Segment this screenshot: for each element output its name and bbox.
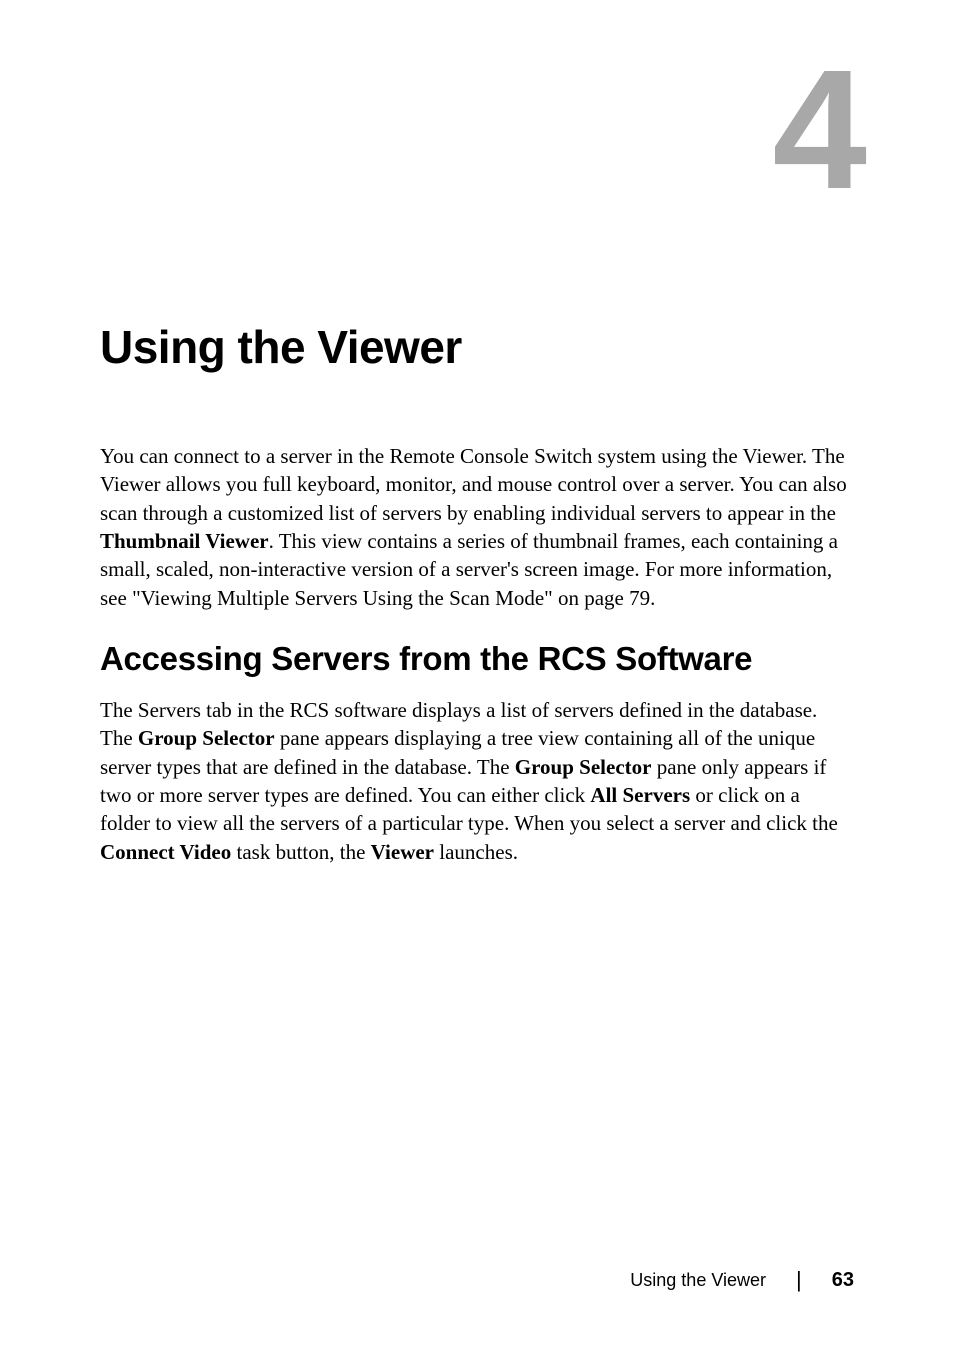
- intro-bold-1: Thumbnail Viewer: [100, 529, 269, 553]
- intro-text-1: You can connect to a server in the Remot…: [100, 444, 847, 525]
- section-bold-1: Group Selector: [138, 726, 275, 750]
- section-bold-5: Viewer: [371, 840, 434, 864]
- section-text-5: task button, the: [231, 840, 370, 864]
- footer-divider: |: [796, 1267, 802, 1293]
- section-paragraph: The Servers tab in the RCS software disp…: [100, 696, 854, 866]
- footer-title: Using the Viewer: [630, 1270, 766, 1291]
- chapter-title: Using the Viewer: [100, 320, 854, 374]
- footer-page-number: 63: [832, 1269, 854, 1292]
- intro-paragraph: You can connect to a server in the Remot…: [100, 442, 854, 612]
- section-text-6: launches.: [434, 840, 518, 864]
- section-bold-4: Connect Video: [100, 840, 231, 864]
- section-bold-2: Group Selector: [515, 755, 652, 779]
- document-page: 4 Using the Viewer You can connect to a …: [0, 0, 954, 1351]
- chapter-number: 4: [100, 45, 859, 215]
- page-footer: Using the Viewer | 63: [630, 1267, 854, 1293]
- section-heading: Accessing Servers from the RCS Software: [100, 640, 854, 678]
- section-bold-3: All Servers: [590, 783, 690, 807]
